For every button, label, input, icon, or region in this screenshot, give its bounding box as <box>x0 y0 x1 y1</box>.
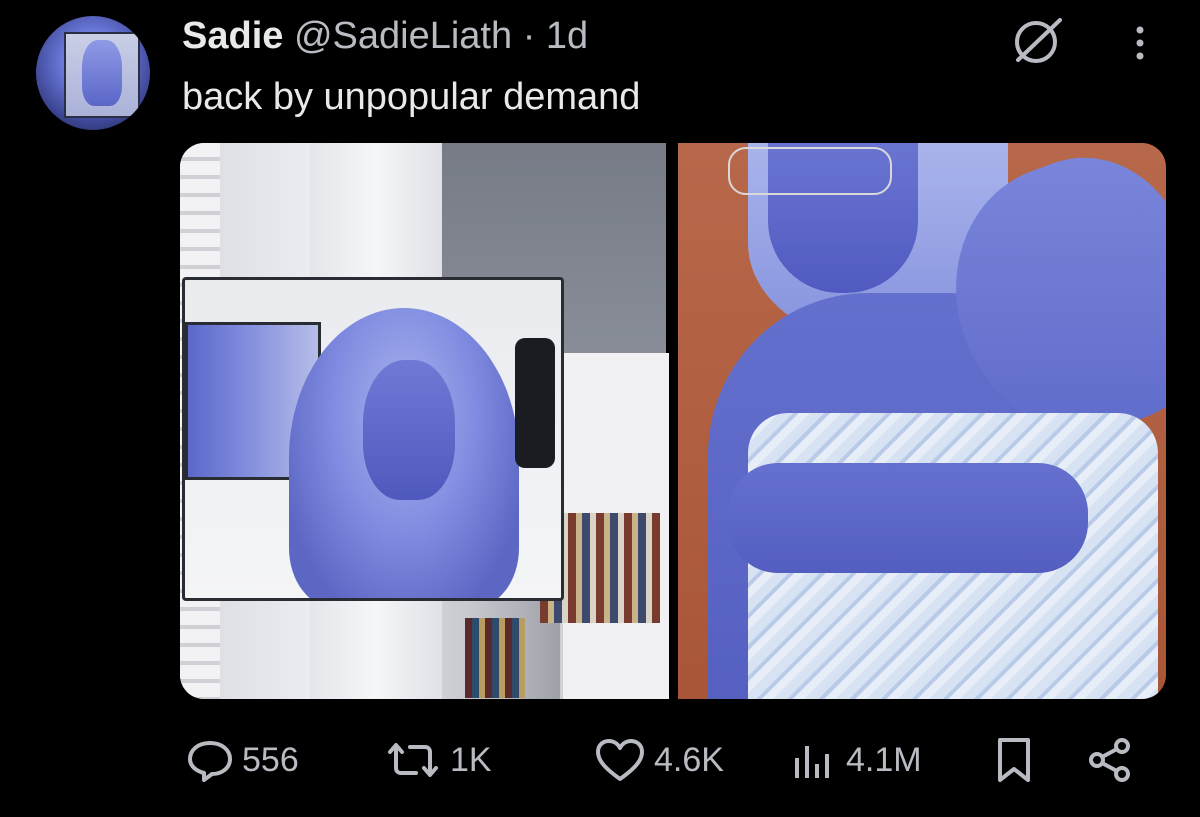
photo-couch-selfie[interactable] <box>678 143 1166 699</box>
reply-button[interactable]: 556 <box>186 728 299 792</box>
photo-mirror-selfie[interactable] <box>180 143 669 699</box>
repost-button[interactable]: 1K <box>384 728 492 792</box>
views-icon <box>790 736 838 784</box>
photo-books-lower <box>465 618 525 698</box>
photo-figure-crossed-arm <box>728 463 1088 573</box>
no-entry-icon[interactable] <box>1008 14 1068 66</box>
share-icon <box>1086 736 1134 784</box>
bookmark-icon <box>994 736 1034 784</box>
photo-figure <box>708 143 1166 699</box>
photo-phone <box>515 338 555 468</box>
views-button[interactable]: 4.1M <box>790 728 922 792</box>
photo-mirror <box>182 277 564 601</box>
reply-icon <box>186 736 234 784</box>
photo-figure-glasses <box>728 147 892 195</box>
like-button[interactable]: 4.6K <box>594 728 724 792</box>
header-separator: · <box>522 15 536 57</box>
post: Sadie @SadieLiath · 1d back by unpopular… <box>0 0 1200 817</box>
post-header: Sadie @SadieLiath · 1d <box>182 14 588 58</box>
author-handle[interactable]: @SadieLiath <box>294 15 512 57</box>
avatar[interactable] <box>36 16 150 130</box>
views-count: 4.1M <box>846 740 922 779</box>
like-icon <box>594 736 646 784</box>
more-options-icon[interactable] <box>1125 24 1155 64</box>
post-time[interactable]: 1d <box>546 15 588 57</box>
media-grid <box>180 143 1166 699</box>
bookmark-button[interactable] <box>994 728 1034 792</box>
like-count: 4.6K <box>654 740 724 779</box>
repost-count: 1K <box>450 740 492 779</box>
photo-face <box>363 360 455 500</box>
avatar-face <box>82 40 122 106</box>
reply-count: 556 <box>242 740 299 779</box>
repost-icon <box>384 736 442 784</box>
share-button[interactable] <box>1086 728 1134 792</box>
action-bar: 556 1K 4.6K 4.1M <box>0 728 1200 792</box>
post-text: back by unpopular demand <box>182 76 641 118</box>
author-name[interactable]: Sadie <box>182 15 283 57</box>
